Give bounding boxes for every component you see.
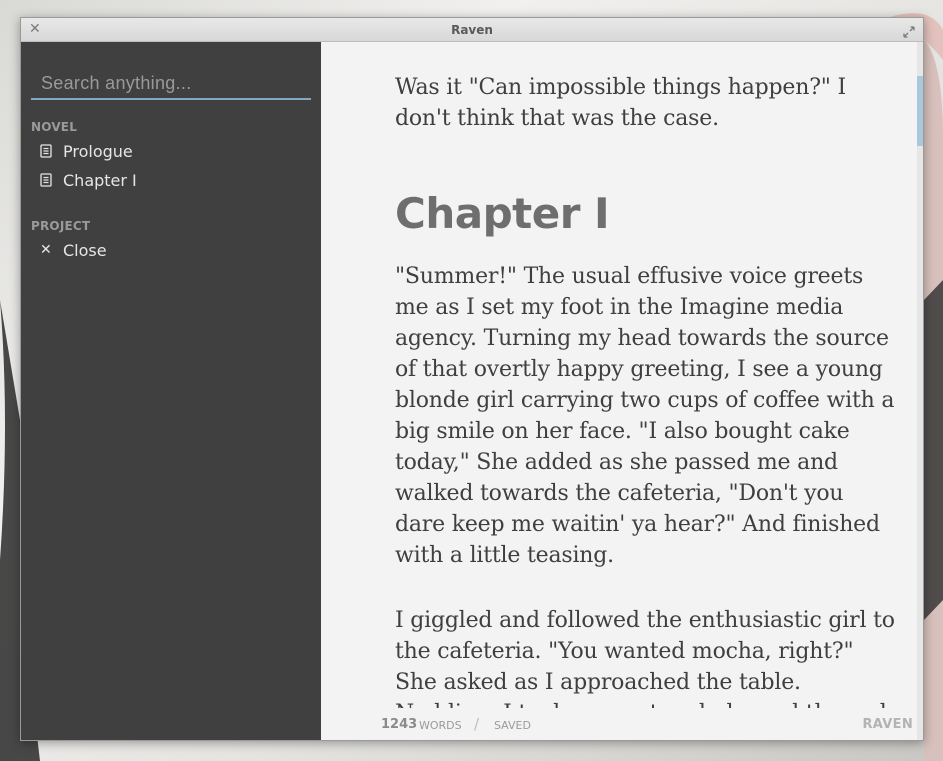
editor-content[interactable]: Was it "Can impossible things happen?" I… — [395, 42, 895, 740]
document-icon — [31, 144, 62, 158]
sidebar-item-label: Chapter I — [63, 170, 137, 190]
scrollbar-track[interactable] — [917, 42, 923, 740]
saved-status: SAVED — [494, 719, 531, 732]
search-input[interactable] — [31, 70, 311, 100]
sidebar-item-close[interactable]: ✕ Close — [31, 238, 311, 262]
window-title: Raven — [451, 23, 493, 37]
paragraph[interactable]: Was it "Can impossible things happen?" I… — [395, 72, 895, 134]
paragraph[interactable]: "Summer!" The usual effusive voice greet… — [395, 261, 895, 571]
sidebar-item-label: Close — [63, 240, 107, 260]
word-count: 1243 — [381, 717, 418, 732]
sidebar-item-prologue[interactable]: Prologue — [31, 139, 311, 163]
section-label-project: PROJECT — [31, 219, 91, 233]
status-bar: 1243 WORDS / SAVED RAVEN — [321, 708, 917, 740]
title-bar: ✕ Raven — [21, 18, 923, 42]
chapter-heading[interactable]: Chapter I — [395, 186, 895, 242]
sidebar-item-label: Prologue — [63, 141, 133, 161]
search-container — [31, 70, 311, 100]
section-label-novel: NOVEL — [31, 120, 78, 134]
sidebar-item-chapter-i[interactable]: Chapter I — [31, 168, 311, 192]
scrollbar-thumb[interactable] — [917, 76, 923, 146]
close-icon: ✕ — [40, 242, 52, 258]
maximize-icon[interactable] — [903, 23, 915, 38]
status-separator: / — [474, 715, 480, 733]
document-icon — [31, 173, 62, 187]
editor-area[interactable]: Was it "Can impossible things happen?" I… — [321, 42, 923, 740]
app-window: ✕ Raven NOVEL Prologue — [20, 17, 924, 741]
words-label: WORDS — [419, 719, 462, 732]
brand-logo: RAVEN — [862, 717, 913, 732]
sidebar: NOVEL Prologue Chap — [21, 42, 321, 740]
